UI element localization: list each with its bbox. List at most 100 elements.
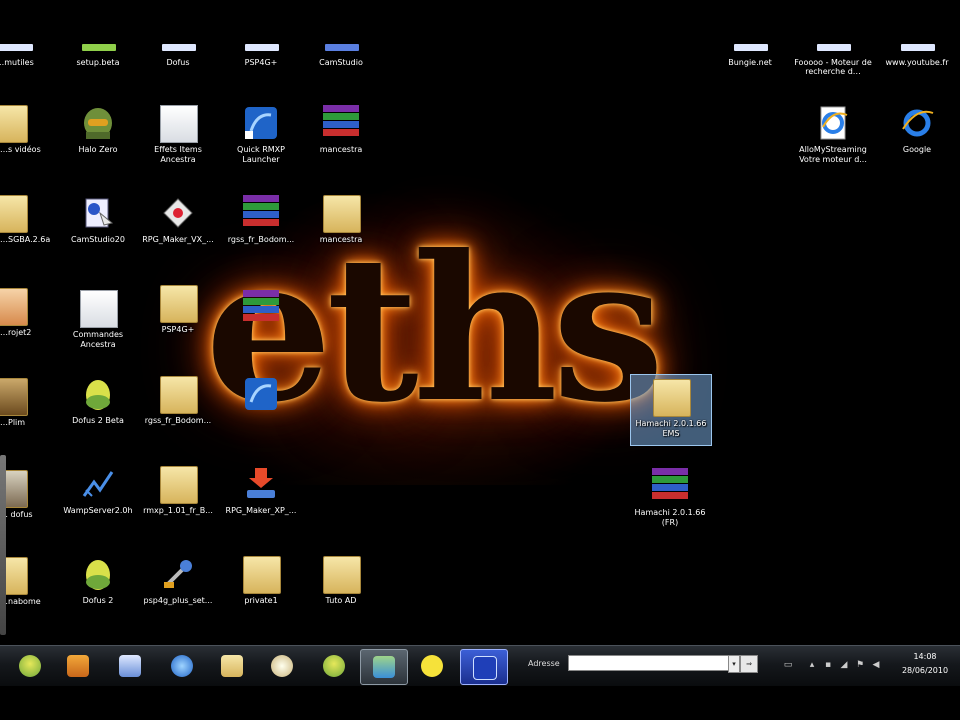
setup-tools-icon [164,560,192,588]
icon-label: …s vidéos [0,145,41,154]
volume-icon[interactable]: ◀ [871,660,881,670]
network-tray-icon[interactable]: ◢ [839,660,849,670]
desktop-icon-mancestra-folder[interactable]: mancestra [301,195,381,269]
taskbar-camstudio-button[interactable] [110,649,150,683]
desktop-icon-google[interactable]: Google [877,105,957,179]
icon-label: Bungie.net [728,58,772,67]
icon-label: RPG_Maker_VX_... [142,235,214,244]
taskbar-explorer-button[interactable] [212,649,252,683]
installer-icon [247,468,275,498]
desktop-icon-tuto[interactable]: Tuto AD [301,556,381,630]
icon-label: …nabome [0,597,41,606]
left-scrollbar[interactable] [0,455,6,635]
address-go-button[interactable]: ⇒ [740,655,758,673]
folder-icon [0,378,28,416]
paint-palette-icon [271,655,293,677]
desktop-icon-wampserver[interactable]: WampServer2.0h [58,466,138,540]
address-input[interactable] [568,655,732,671]
desktop-icon-psp4g-folder[interactable]: PSP4G+ [138,285,218,359]
desktop-icon-halo-zero[interactable]: Halo Zero [58,105,138,179]
icon-label: Fooooo - Moteur de recherche d… [794,58,872,76]
desktop-icon-rpg-maker-xp[interactable]: RPG_Maker_XP_... [221,466,301,540]
taskbar-browser-button[interactable] [162,649,202,683]
desktop-icon-rmxp-folder[interactable]: rmxp_1.01_fr_B... [138,466,218,540]
network-users-icon [373,656,395,678]
desktop-icon-hamachi-folder[interactable]: Hamachi 2.0.1.66 EMS [630,374,712,446]
rmxp-launcher-icon [473,656,497,680]
taskbar-rmxp-button[interactable] [460,649,508,685]
icon-label: AlloMyStreaming Votre moteur d... [799,145,867,164]
winrar-archive-icon [323,105,359,141]
address-dropdown-button[interactable]: ▾ [728,655,740,673]
icon-label: CamStudio20 [71,235,125,244]
flag-tray-icon[interactable]: ⚑ [855,660,865,670]
desktop-icon-youtube[interactable]: www.youtube.fr [877,0,957,67]
icon-label: Commandes Ancestra [72,330,124,349]
winrar-archive-icon [652,468,688,504]
taskbar-paint-button[interactable] [262,649,302,683]
icon-label: Halo Zero [78,145,118,154]
icon-label: RPG_Maker_XP_... [225,506,297,515]
screen-bottom-border [0,686,960,720]
desktop-icon-quick-rmxp[interactable]: Quick RMXP Launcher [221,105,301,179]
desktop-icon-dofus2beta[interactable]: Dofus 2 Beta [58,376,138,450]
taskbar-media-player-button[interactable] [58,649,98,683]
desktop-icon-top-1[interactable]: …mutiles [0,0,55,67]
desktop-icon-setup-beta[interactable]: setup.beta [58,0,138,67]
clock-time[interactable]: 14:08 [890,652,960,661]
desktop-icon-allomystreaming[interactable]: AlloMyStreaming Votre moteur d... [793,105,873,179]
desktop-icon-fooooo[interactable]: Fooooo - Moteur de recherche d… [793,0,873,76]
desktop-icon-rmxp-over-wallpaper[interactable] [221,376,301,450]
icon-stub-icon [901,44,935,51]
desktop-icon-effets-items[interactable]: Effets Items Ancestra [138,105,218,179]
desktop-icon-psp4g[interactable]: PSP4G+ [221,0,301,67]
icon-label: Dofus 2 [82,596,114,605]
icon-label: Hamachi 2.0.1.66 (FR) [634,508,706,527]
desktop-icon-rpg-maker-vx[interactable]: RPG_Maker_VX_... [138,195,218,269]
icon-label: rgss_fr_Bodom... [227,235,295,244]
taskbar-dofus-button[interactable] [10,649,50,683]
desktop-icon-hamachi-rar[interactable]: Hamachi 2.0.1.66 (FR) [630,468,710,542]
icon-label: …mutiles [0,58,34,67]
desktop-icon-camstudio[interactable]: CamStudio [301,0,381,67]
icon-label: private1 [244,596,278,605]
dofus-egg-icon [19,655,41,677]
icon-label: www.youtube.fr [885,58,949,67]
icon-stub-icon [162,44,196,51]
dofus-egg-icon [86,380,110,410]
desktop-icon-videos[interactable]: …s vidéos [0,105,41,175]
icon-label: WampServer2.0h [63,506,133,515]
desktop-icon-rgss-rar[interactable]: rgss_fr_Bodom... [221,195,301,269]
desktop-icon-plim[interactable]: …Plim [0,378,28,448]
desktop-icon-bungie[interactable]: Bungie.net [710,0,790,67]
desktop-icon-private[interactable]: private1 [221,556,301,630]
dofus-egg-icon [323,655,345,677]
taskbar-network-button[interactable] [360,649,408,685]
clock-date[interactable]: 28/06/2010 [890,666,960,675]
dofus-egg-icon [86,560,110,590]
desktop-icon-mancestra-rar[interactable]: mancestra [301,105,381,179]
desktop-icon-projet2[interactable]: …rojet2 [0,288,31,358]
desktop-icon-rar-over-wallpaper[interactable] [221,290,301,364]
desktop-icon-camstudio20[interactable]: CamStudio20 [58,195,138,269]
keyboard-layout-icon[interactable]: ▭ [783,660,793,670]
desktop-icon-vsgba[interactable]: …SGBA.2.6a [0,195,50,265]
icon-stub-icon [245,44,279,51]
icon-label: Hamachi 2.0.1.66 EMS [635,419,707,438]
globe-icon [171,655,193,677]
icon-label: rgss_fr_Bodom... [144,416,212,425]
desktop-icon-dofus[interactable]: Dofus [138,0,218,67]
icon-label: setup.beta [76,58,120,67]
taskbar-pacman-button[interactable] [412,649,452,683]
folder-icon [221,655,243,677]
show-hidden-icons-icon[interactable]: ▴ [807,660,817,670]
desktop-icon-psp4g-plus[interactable]: psp4g_plus_set... [138,556,218,630]
media-player-icon [67,655,89,677]
removable-device-icon[interactable]: ▪ [823,660,833,670]
desktop-icon-dofus2[interactable]: Dofus 2 [58,556,138,630]
desktop-icon-rgss-folder[interactable]: rgss_fr_Bodom... [138,376,218,450]
icon-label: PSP4G+ [244,58,278,67]
document-icon [80,290,118,328]
taskbar-dofus2-button[interactable] [314,649,354,683]
desktop-icon-commandes[interactable]: Commandes Ancestra [58,290,138,364]
